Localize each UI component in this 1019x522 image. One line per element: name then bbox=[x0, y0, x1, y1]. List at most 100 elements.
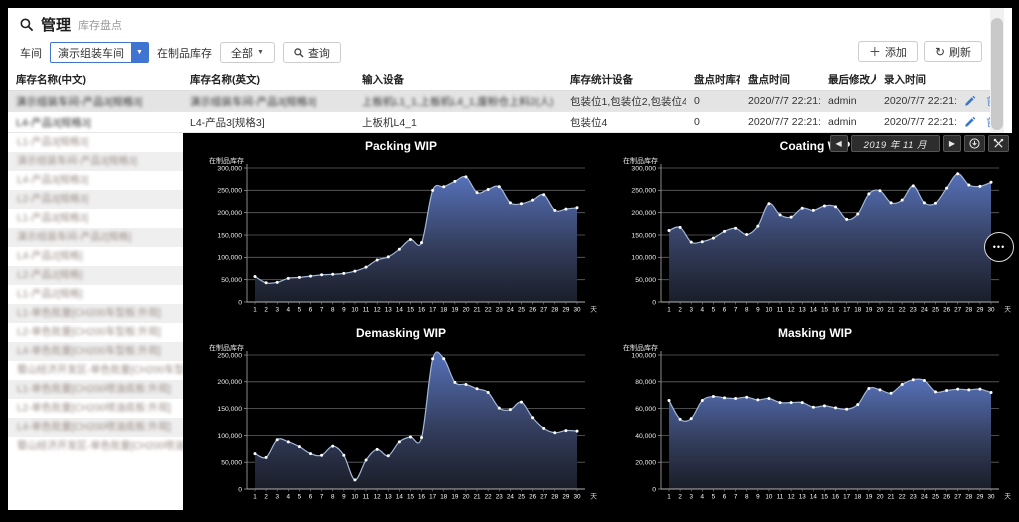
column-header bbox=[956, 69, 990, 91]
month-label-button[interactable]: 2019 年 11 月 bbox=[850, 135, 940, 152]
list-item[interactable]: L1-单色批量[CH200喷油底板:外观] bbox=[8, 380, 183, 399]
svg-text:4: 4 bbox=[701, 494, 705, 501]
svg-text:20: 20 bbox=[876, 307, 884, 314]
list-item[interactable]: L1-产品3[规格3] bbox=[8, 133, 183, 152]
svg-text:2: 2 bbox=[264, 494, 268, 501]
tools-button[interactable] bbox=[988, 135, 1009, 152]
svg-text:30: 30 bbox=[987, 307, 995, 314]
add-button[interactable]: ＋ 添加 bbox=[857, 41, 918, 62]
svg-text:8: 8 bbox=[745, 494, 749, 501]
table-row[interactable]: L4-产品3[规格3] L4-产品3[规格3] 上板机L4_1 包装位4 0 2020/7… bbox=[8, 111, 990, 133]
edit-icon[interactable] bbox=[964, 95, 976, 107]
svg-text:在制品库存: 在制品库存 bbox=[623, 156, 658, 165]
scrollbar-thumb[interactable] bbox=[991, 18, 1003, 130]
list-item[interactable]: L4-单色批量[CH200车型板:外观] bbox=[8, 342, 183, 361]
svg-text:13: 13 bbox=[799, 307, 807, 314]
list-item[interactable]: L1-产品2[规格] bbox=[8, 285, 183, 304]
chart-plot: 050,000100,000150,000200,000250,0001 2 3 4 5… bbox=[209, 343, 597, 501]
wip-all-dropdown[interactable]: 全部 ▼ bbox=[220, 42, 275, 63]
svg-text:6: 6 bbox=[723, 307, 727, 314]
list-item[interactable]: 蜀山经济开发区-单色批量[CH200车型板:外观] bbox=[8, 361, 183, 380]
search-icon bbox=[294, 47, 304, 58]
svg-text:18: 18 bbox=[854, 494, 862, 501]
list-item[interactable]: 蜀山经济开发区-单色批量[CH200喷油底板:外观] bbox=[8, 437, 183, 456]
edit-icon[interactable] bbox=[964, 116, 976, 128]
wip-all-dropdown-label: 全部 bbox=[231, 47, 253, 60]
list-item[interactable]: L2-单色批量[CH200车型板:外观] bbox=[8, 323, 183, 342]
svg-text:28: 28 bbox=[965, 307, 973, 314]
svg-text:26: 26 bbox=[943, 494, 951, 501]
svg-text:12: 12 bbox=[374, 494, 382, 501]
svg-text:25: 25 bbox=[932, 494, 940, 501]
svg-text:9: 9 bbox=[342, 494, 346, 501]
list-item-label: L4-单色批量[CH200喷油底板:外观] bbox=[17, 422, 171, 433]
refresh-button[interactable]: ↻ 刷新 bbox=[923, 41, 982, 62]
svg-text:1: 1 bbox=[253, 494, 257, 501]
next-month-button[interactable]: ▶ bbox=[943, 135, 961, 152]
svg-text:天: 天 bbox=[590, 493, 597, 501]
page-subtitle: 库存盘点 bbox=[78, 19, 123, 32]
svg-text:10: 10 bbox=[351, 307, 359, 314]
list-item[interactable]: L4-产品2[规格] bbox=[8, 247, 183, 266]
column-header: 库存名称(中文) bbox=[8, 69, 182, 91]
svg-text:11: 11 bbox=[777, 307, 784, 314]
list-item[interactable]: L4-产品3[规格3] bbox=[8, 171, 183, 190]
svg-text:12: 12 bbox=[374, 307, 382, 314]
download-button[interactable] bbox=[964, 135, 985, 152]
svg-text:13: 13 bbox=[385, 494, 393, 501]
svg-text:2: 2 bbox=[678, 307, 682, 314]
svg-text:300,000: 300,000 bbox=[631, 165, 656, 172]
column-header: 库存统计设备 bbox=[562, 69, 686, 91]
svg-text:6: 6 bbox=[309, 307, 313, 314]
workshop-select[interactable]: 演示组装车间 ▼ bbox=[50, 42, 149, 63]
svg-text:200,000: 200,000 bbox=[631, 210, 656, 217]
cell-entry-time: 2020/7/7 22:21:42 bbox=[876, 111, 956, 133]
svg-text:6: 6 bbox=[309, 494, 313, 501]
list-item[interactable]: L4-单色批量[CH200喷油底板:外观] bbox=[8, 418, 183, 437]
svg-text:天: 天 bbox=[1004, 306, 1011, 314]
list-item[interactable]: L2-单色批量[CH200喷油底板:外观] bbox=[8, 399, 183, 418]
svg-text:12: 12 bbox=[788, 494, 796, 501]
svg-text:150,000: 150,000 bbox=[217, 406, 242, 413]
svg-text:30: 30 bbox=[987, 494, 995, 501]
svg-text:0: 0 bbox=[238, 299, 242, 306]
svg-text:27: 27 bbox=[540, 307, 548, 314]
svg-text:0: 0 bbox=[238, 486, 242, 493]
list-item[interactable]: L1-产品3[规格3] bbox=[8, 209, 183, 228]
row-actions bbox=[964, 116, 990, 128]
query-button[interactable]: 查询 bbox=[282, 42, 341, 63]
chart-packing-wip: Packing WIP 0 50,000 100,000 150,000 200,000… bbox=[201, 138, 601, 324]
svg-text:30: 30 bbox=[573, 494, 581, 501]
svg-text:24: 24 bbox=[921, 494, 929, 501]
svg-text:16: 16 bbox=[418, 307, 426, 314]
svg-text:22: 22 bbox=[485, 307, 493, 314]
svg-text:3: 3 bbox=[275, 494, 279, 501]
list-item[interactable]: 演示组装车间-产品2[规格] bbox=[8, 228, 183, 247]
list-item-label: L1-产品3[规格3] bbox=[17, 213, 89, 224]
list-item[interactable]: L1-单色批量[CH200车型板:外观] bbox=[8, 304, 183, 323]
svg-text:8: 8 bbox=[331, 307, 335, 314]
wip-filter-label: 在制品库存 bbox=[157, 47, 212, 60]
svg-text:12: 12 bbox=[788, 307, 796, 314]
more-options-button[interactable]: ••• bbox=[984, 232, 1014, 262]
svg-text:14: 14 bbox=[396, 494, 404, 501]
table-row[interactable]: 演示组装车间-产品3[规格3] 演示组装车间-产品3[规格3] 上板机L1_1,上板… bbox=[8, 90, 990, 112]
svg-text:11: 11 bbox=[363, 494, 370, 501]
prev-month-button[interactable]: ◀ bbox=[829, 135, 848, 152]
svg-text:28: 28 bbox=[965, 494, 973, 501]
svg-text:17: 17 bbox=[843, 307, 851, 314]
list-item-label: L4-产品2[规格] bbox=[17, 251, 83, 262]
svg-text:15: 15 bbox=[821, 494, 829, 501]
plus-icon: ＋ bbox=[868, 44, 881, 59]
svg-text:4: 4 bbox=[701, 307, 705, 314]
list-item[interactable]: L2-产品2[规格] bbox=[8, 266, 183, 285]
download-icon bbox=[969, 138, 980, 149]
svg-text:21: 21 bbox=[474, 307, 482, 314]
svg-text:250,000: 250,000 bbox=[217, 352, 242, 359]
svg-text:5: 5 bbox=[298, 307, 302, 314]
list-item[interactable]: L2-产品3[规格3] bbox=[8, 190, 183, 209]
svg-text:6: 6 bbox=[723, 494, 727, 501]
list-item[interactable]: 演示组装车间-产品3[规格3] bbox=[8, 152, 183, 171]
cell-count-time: 2020/7/7 22:21:43 bbox=[740, 90, 820, 112]
column-header: 盘点时库存 bbox=[686, 69, 740, 91]
